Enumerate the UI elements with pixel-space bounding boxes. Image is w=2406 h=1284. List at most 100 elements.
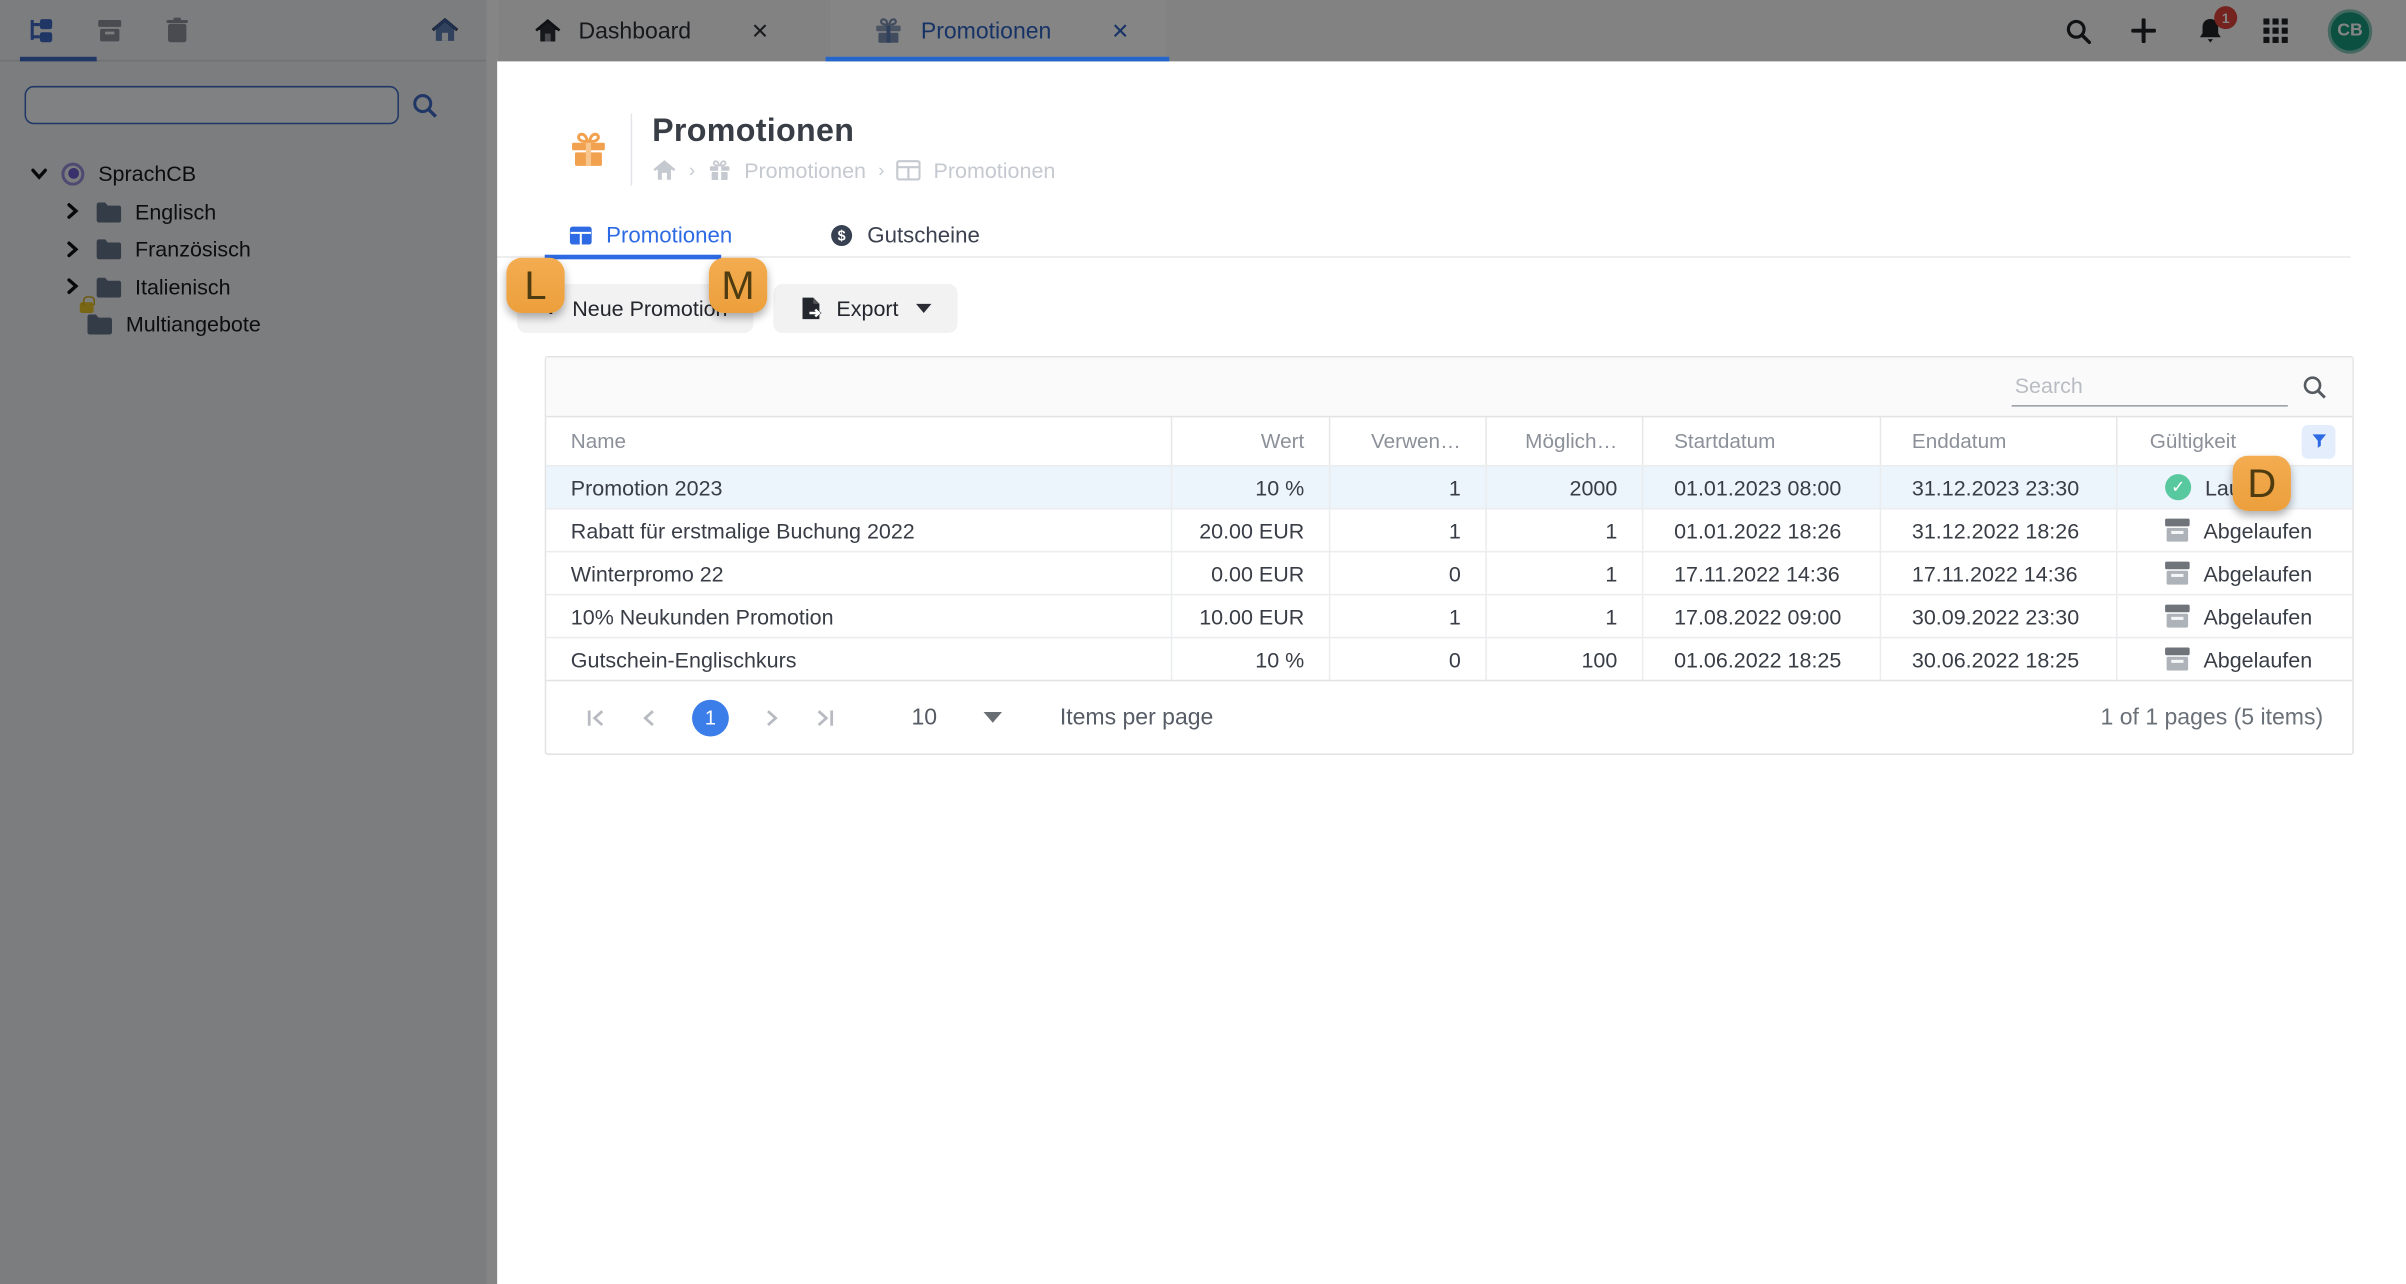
notifications-bell-icon[interactable]: 1 [2196,6,2238,45]
tab-promotionen-inner[interactable]: Promotionen [569,214,732,257]
breadcrumb-item[interactable]: Promotionen [744,158,866,183]
avatar[interactable]: CB [2327,8,2373,53]
breadcrumb-separator: › [688,159,696,182]
table-icon [896,160,922,181]
column-header-gueltigkeit[interactable]: Gültigkeit [2118,417,2353,465]
tab-label: Gutscheine [867,223,980,248]
tree-view-icon[interactable] [28,16,56,44]
chevron-right-icon[interactable] [64,241,81,258]
prev-page-button[interactable] [643,708,655,726]
column-header-moeglich[interactable]: Möglich… [1487,417,1644,465]
main-content: Promotionen › Promotionen › Promotionen … [497,61,2406,1284]
chevron-right-icon[interactable] [64,203,81,220]
tree-node-englisch[interactable]: Englisch [0,193,486,231]
page-title: Promotionen [652,113,855,149]
tab-promotionen[interactable]: Promotionen ✕ [830,0,1167,62]
active-tab-indicator [544,254,722,260]
export-file-icon [802,297,822,320]
table-row[interactable]: Promotion 2023 10 % 1 2000 01.01.2023 08… [546,464,2353,508]
tree-node-label[interactable]: SprachCB [98,161,196,186]
page-header: Promotionen › Promotionen › Promotionen [497,61,2406,186]
table-row[interactable]: 10% Neukunden Promotion 10.00 EUR 1 1 17… [546,593,2353,637]
tree-node-label[interactable]: Englisch [135,199,216,224]
table-toolbar [546,357,2353,418]
tab-label: Dashboard [578,17,692,44]
topbar-actions: 1 CB [2064,0,2406,61]
home-icon[interactable] [431,16,459,44]
tab-dashboard[interactable]: Dashboard ✕ [497,0,803,61]
sidebar-toolbar [0,0,487,62]
sidebar: SprachCB Englisch Französisch Italienisc… [0,0,487,1284]
divider [630,113,633,186]
course-tree: SprachCB Englisch Französisch Italienisc… [0,140,486,343]
tab-gutscheine[interactable]: $ Gutscheine [830,214,980,257]
chevron-down-icon [915,303,931,314]
search-icon[interactable] [2064,17,2092,45]
home-icon[interactable] [652,160,677,181]
folder-icon [87,314,113,335]
sidebar-search [0,61,486,139]
table-search [2011,368,2326,407]
last-page-button[interactable] [815,708,835,726]
pagination-summary: 1 of 1 pages (5 items) [2100,704,2324,731]
status-active-icon: ✓ [2165,474,2192,501]
breadcrumb: › Promotionen › Promotionen [652,158,1055,183]
column-header-name[interactable]: Name [546,417,1173,465]
active-window-tab-indicator [825,56,1170,62]
tab-label: Promotionen [920,17,1052,44]
table-pagination: 1 10 Items per page 1 of 1 pages (5 item… [546,679,2353,754]
next-page-button[interactable] [766,708,778,726]
add-icon[interactable] [2130,17,2158,45]
sidebar-search-input[interactable] [24,85,399,125]
close-tab-icon[interactable]: ✕ [751,20,769,41]
first-page-button[interactable] [586,708,606,726]
app-window: SprachCB Englisch Französisch Italienisc… [0,0,2406,1284]
table-icon [569,226,592,245]
status-expired-icon [2165,561,2190,585]
column-header-startdatum[interactable]: Startdatum [1643,417,1882,465]
tree-node-italienisch[interactable]: Italienisch [0,268,486,306]
sidebar-gutter [486,0,498,1284]
promotions-table: Name Wert Verwen… Möglich… Startdatum En… [544,355,2354,755]
tree-node-label[interactable]: Italienisch [135,274,231,299]
current-page-button[interactable]: 1 [692,698,729,736]
search-icon[interactable] [2302,374,2328,400]
tree-node-label[interactable]: Französisch [135,237,251,262]
archive-icon[interactable] [95,16,123,44]
chevron-down-icon[interactable] [31,165,48,182]
home-icon [535,18,561,42]
notification-count-badge: 1 [2214,6,2238,30]
folder-icon [96,239,122,260]
table-row[interactable]: Rabatt für erstmalige Buchung 2022 20.00… [546,507,2353,551]
breadcrumb-item[interactable]: Promotionen [934,158,1056,183]
root-radio-icon [61,162,85,186]
gift-icon [568,129,609,170]
folder-icon [96,202,122,223]
tree-node-franzoesisch[interactable]: Französisch [0,230,486,268]
filter-button[interactable] [2301,424,2336,459]
page-size-select[interactable]: 10 [911,704,1002,730]
gift-icon [876,18,901,43]
table-row[interactable]: Winterpromo 22 0.00 EUR 0 1 17.11.2022 1… [546,550,2353,594]
column-header-wert[interactable]: Wert [1172,417,1331,465]
table-search-input[interactable] [2011,368,2288,407]
column-header-verwendungen[interactable]: Verwen… [1330,417,1487,465]
column-header-enddatum[interactable]: Enddatum [1881,417,2118,465]
tree-node-multiangebote[interactable]: Multiangebote [0,296,486,343]
table-row[interactable]: Gutschein-Englischkurs 10 % 0 100 01.06.… [546,636,2353,680]
items-per-page-label: Items per page [1059,704,1214,731]
trash-icon[interactable] [163,16,191,44]
annotation-badge-L: L [506,257,565,314]
sidebar-search-icon[interactable] [411,91,439,119]
content-tabs: Promotionen $ Gutscheine [497,214,2351,260]
annotation-badge-D: D [2232,455,2291,511]
close-tab-icon[interactable]: ✕ [1111,20,1129,41]
sidebar-active-tab-indicator [19,56,97,62]
tree-node-root[interactable]: SprachCB [0,155,486,193]
export-button[interactable]: Export [773,283,957,333]
tree-node-label[interactable]: Multiangebote [126,312,261,337]
folder-icon [96,277,122,298]
apps-grid-icon[interactable] [2262,17,2290,45]
chevron-right-icon[interactable] [64,278,81,295]
tab-label: Promotionen [606,223,733,248]
